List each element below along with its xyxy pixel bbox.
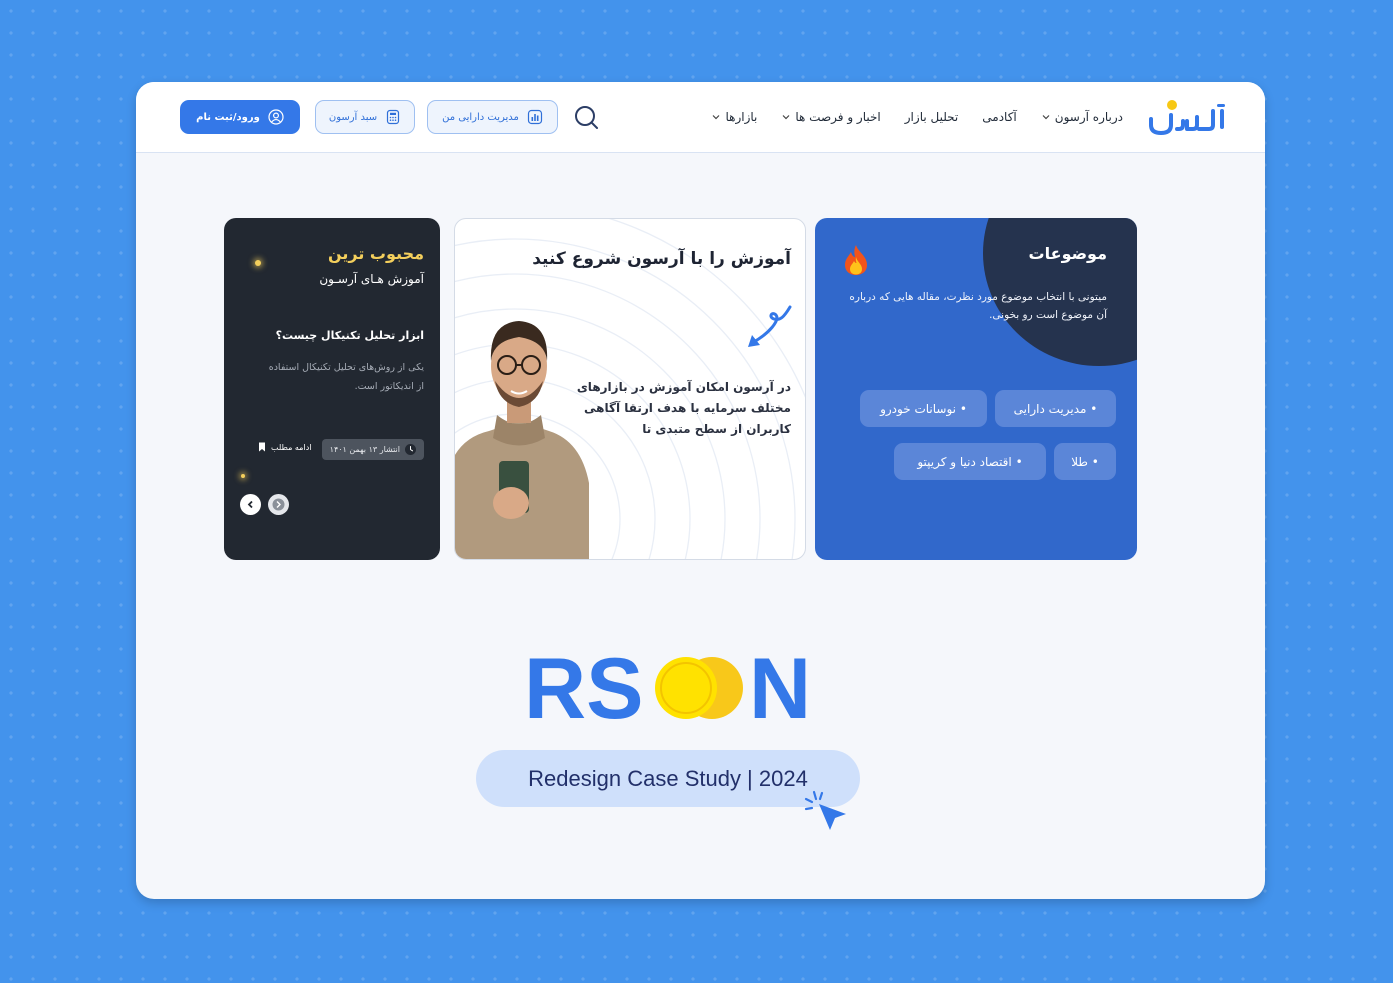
arsoon-wordmark: RS N: [524, 654, 811, 722]
chart-icon: [527, 109, 543, 125]
nav-markets[interactable]: بازارها: [711, 110, 757, 124]
nav-analysis[interactable]: تحلیل بازار: [905, 110, 959, 124]
chevron-left-icon: [247, 500, 253, 509]
nav-academy[interactable]: آکادمی: [982, 110, 1016, 124]
popular-card: محبوب ترین آموزش هـای آرسـون ابزار تحلیل…: [224, 218, 440, 560]
search-icon[interactable]: [573, 104, 599, 130]
arsoon-basket-label: سبد آرسون: [328, 111, 378, 123]
topic-chip-world-economy-crypto[interactable]: • اقتصاد دنیا و کریپتو: [894, 443, 1046, 480]
nav-about[interactable]: درباره آرسون: [1041, 110, 1123, 124]
chevron-right-icon: [272, 498, 285, 511]
publish-date-badge: انتشار ۱۳ بهمن ۱۴۰۱: [321, 439, 424, 460]
topics-title: موضوعات: [1028, 244, 1107, 263]
topics-description: میتونی با انتخاب موضوع مورد نظرت، مقاله …: [849, 291, 1107, 321]
arsoon-logo[interactable]: [1147, 97, 1227, 137]
popular-subtitle: آموزش هـای آرسـون: [319, 272, 424, 286]
nav-label: آکادمی: [982, 110, 1017, 124]
login-button[interactable]: ورود/ثبت نام: [180, 100, 300, 134]
asset-management-label: مدیریت دارایی من: [442, 111, 519, 123]
topic-chip-gold[interactable]: • طلا: [1054, 443, 1116, 480]
read-more-link[interactable]: ادامه مطلب: [258, 442, 311, 452]
topic-chip-asset-management[interactable]: • مدیریت دارایی: [995, 390, 1116, 427]
curly-arrow-icon: [748, 305, 792, 347]
chevron-down-icon: [782, 115, 790, 120]
man-with-phone-illustration: [455, 321, 589, 559]
nav-label: درباره آرسون: [1054, 110, 1123, 124]
user-icon: [268, 109, 284, 125]
wordmark-rs: RS: [524, 654, 643, 722]
main-nav: بازارها اخبار و فرصت ها تحلیل بازار آکاد…: [711, 82, 1123, 152]
nav-label: بازارها: [725, 110, 758, 124]
chevron-down-icon: [1042, 115, 1050, 120]
fire-icon: [845, 245, 867, 275]
bookmark-icon: [259, 442, 265, 452]
case-study-pill: Redesign Case Study | 2024: [476, 750, 860, 807]
carousel-next-button[interactable]: [268, 494, 289, 515]
case-study-label: Redesign Case Study | 2024: [528, 765, 808, 791]
article-title[interactable]: ابزار تحلیل تکنیکال چیست؟: [276, 329, 424, 342]
asset-management-button[interactable]: مدیریت دارایی من: [427, 100, 558, 134]
topics-card: موضوعات میتونی با انتخاب موضوع مورد نظرت…: [815, 218, 1137, 560]
sparkle-decoration: [255, 260, 261, 266]
nav-label: اخبار و فرصت ها: [795, 110, 881, 124]
read-more-label: ادامه مطلب: [271, 442, 312, 452]
clock-icon: [405, 444, 416, 455]
nav-news[interactable]: اخبار و فرصت ها: [781, 110, 881, 124]
topic-chip-car-fluctuations[interactable]: • نوسانات خودرو: [860, 390, 987, 427]
popular-title: محبوب ترین: [327, 244, 424, 263]
arsoon-basket-button[interactable]: سبد آرسون: [315, 100, 415, 134]
cursor-click-icon: [804, 790, 846, 830]
article-excerpt: یکی از روش‌های تحلیل تکنیکال استفاده از …: [268, 362, 424, 392]
top-navbar: بازارها اخبار و فرصت ها تحلیل بازار آکاد…: [136, 82, 1265, 153]
learn-title: آموزش را با آرسون شروع کنید: [532, 249, 791, 269]
publish-date: انتشار ۱۳ بهمن ۱۴۰۱: [329, 445, 400, 454]
chevron-down-icon: [713, 115, 720, 120]
learn-card: آموزش را با آرسون شروع کنید در آرسون امک…: [454, 218, 806, 560]
app-window: بازارها اخبار و فرصت ها تحلیل بازار آکاد…: [136, 82, 1265, 899]
wordmark-n: N: [749, 654, 811, 722]
sparkle-decoration: [241, 474, 245, 478]
carousel-prev-button[interactable]: [240, 494, 261, 515]
calculator-icon: [387, 109, 400, 125]
nav-label: تحلیل بازار: [904, 110, 959, 124]
login-label: ورود/ثبت نام: [196, 111, 260, 123]
